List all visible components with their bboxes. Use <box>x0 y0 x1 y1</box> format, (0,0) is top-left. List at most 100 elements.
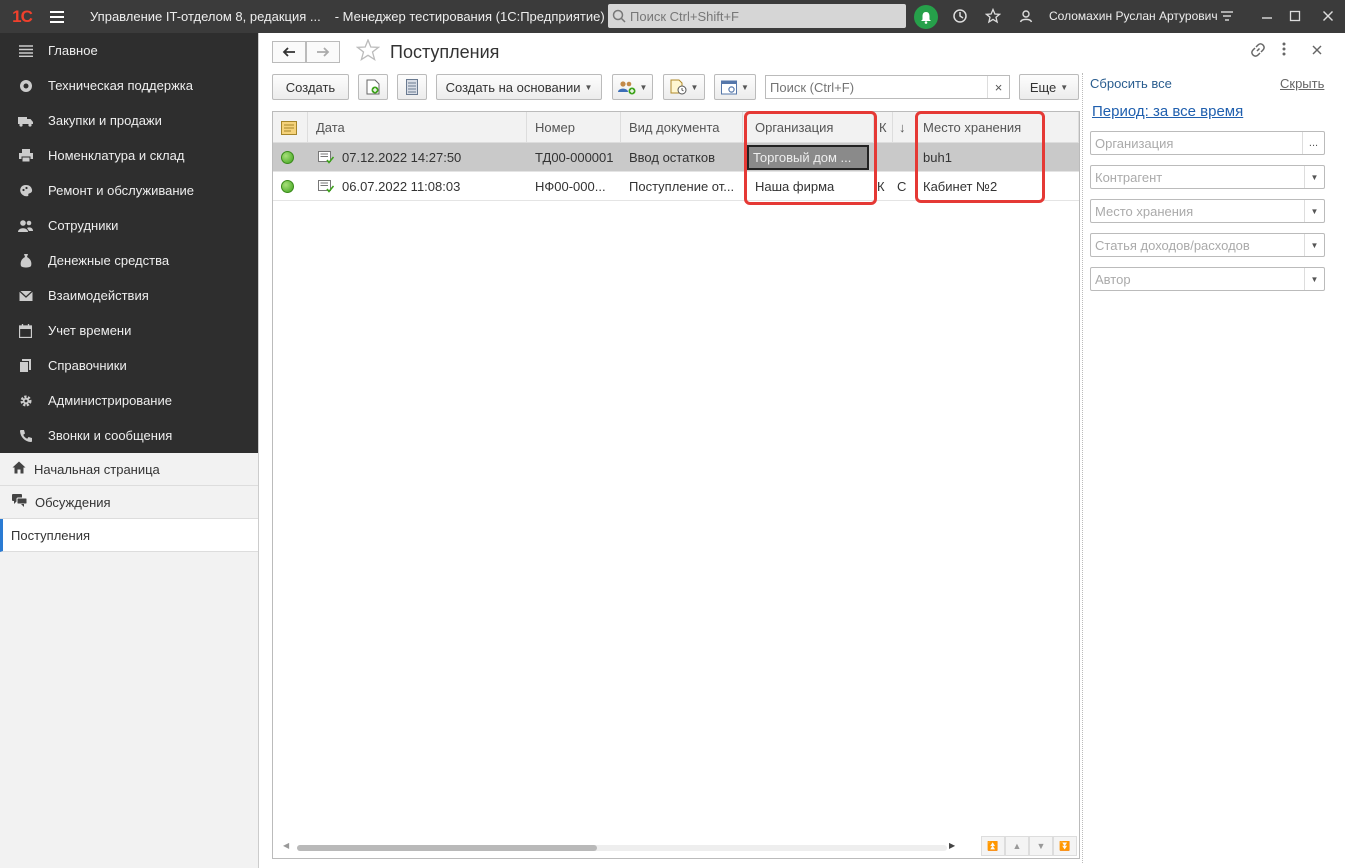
sidebar-item-sales[interactable]: Закупки и продажи <box>0 103 258 138</box>
scroll-right-icon[interactable]: ▶ <box>949 841 955 850</box>
more-button[interactable]: Еще ▼ <box>1019 74 1079 100</box>
main-menu-icon[interactable] <box>44 0 70 33</box>
back-button[interactable] <box>272 41 306 63</box>
printer-icon <box>18 148 33 163</box>
sidebar-item-warehouse[interactable]: Номенклатура и склад <box>0 138 258 173</box>
sidebar-item-time[interactable]: Учет времени <box>0 313 258 348</box>
favorites-star-icon[interactable] <box>983 6 1003 26</box>
select-ellipsis-button[interactable]: ... <box>1302 132 1324 154</box>
filter-counterparty-field[interactable]: Контрагент ▼ <box>1090 165 1325 189</box>
1c-logo: 1С <box>12 6 33 26</box>
horizontal-scrollbar[interactable]: ◀ ▶ <box>283 840 973 854</box>
main-form: Поступления Создать Создать на основании… <box>260 33 1345 868</box>
minimize-icon[interactable] <box>1257 6 1277 26</box>
list-icon <box>406 79 418 95</box>
print-button[interactable]: ▼ <box>663 74 705 100</box>
scroll-left-icon[interactable]: ◀ <box>283 841 289 850</box>
users-add-icon <box>617 80 636 94</box>
open-window-discussions[interactable]: Обсуждения <box>0 486 258 519</box>
organization-cell: Наша фирма <box>755 179 835 194</box>
people-icon <box>18 218 33 233</box>
notifications-bell-icon[interactable] <box>914 5 938 29</box>
arrow-right-icon <box>317 47 330 57</box>
posted-document-icon <box>318 180 334 193</box>
maximize-icon[interactable] <box>1285 6 1305 26</box>
favorite-star-icon[interactable] <box>355 38 381 67</box>
sidebar-item-support[interactable]: Техническая поддержка <box>0 68 258 103</box>
table-row[interactable]: 07.12.2022 14:27:50 ТД00-000001 Ввод ост… <box>273 143 1079 172</box>
pager: ⏫ ▲ ▼ ⏬ <box>981 836 1077 856</box>
sort-indicator[interactable]: ↓ <box>893 112 915 143</box>
status-column-icon[interactable] <box>273 112 308 143</box>
column-header-k[interactable]: К <box>874 112 893 143</box>
sidebar-item-interactions[interactable]: Взаимодействия <box>0 278 258 313</box>
filter-placeholder: Статья доходов/расходов <box>1095 237 1250 253</box>
current-cell[interactable]: Торговый дом ... <box>747 145 869 170</box>
create-based-on-button[interactable]: Создать на основании ▼ <box>436 74 602 100</box>
history-nav <box>272 41 340 63</box>
scroll-thumb[interactable] <box>297 845 597 851</box>
more-vertical-icon[interactable] <box>1282 42 1286 60</box>
open-window-receipts[interactable]: Поступления <box>0 519 258 552</box>
list-settings-button[interactable] <box>397 74 427 100</box>
close-window-icon[interactable] <box>1318 6 1338 26</box>
sidebar-item-main[interactable]: Главное <box>0 33 258 68</box>
sidebar-item-money[interactable]: Денежные средства <box>0 243 258 278</box>
sidebar-item-repair[interactable]: Ремонт и обслуживание <box>0 173 258 208</box>
column-header-number[interactable]: Номер <box>527 112 621 143</box>
user-icon[interactable] <box>1017 6 1037 26</box>
first-page-icon[interactable]: ⏫ <box>981 836 1005 856</box>
sidebar-item-staff[interactable]: Сотрудники <box>0 208 258 243</box>
filter-storage-field[interactable]: Место хранения ▼ <box>1090 199 1325 223</box>
lifebuoy-icon <box>18 78 33 93</box>
column-header-doc-type[interactable]: Вид документа <box>621 112 743 143</box>
page-up-icon[interactable]: ▲ <box>1005 836 1029 856</box>
table-row[interactable]: 06.07.2022 11:08:03 НФ00-000... Поступле… <box>273 172 1079 201</box>
open-window-label: Обсуждения <box>35 494 111 510</box>
list-search-field[interactable] <box>766 76 987 98</box>
dropdown-button[interactable]: ▼ <box>1304 234 1324 256</box>
dropdown-button[interactable]: ▼ <box>1304 166 1324 188</box>
sections-panel: Главное Техническая поддержка Закупки и … <box>0 33 258 453</box>
add-document-icon <box>366 79 380 95</box>
filter-author-field[interactable]: Автор ▼ <box>1090 267 1325 291</box>
link-icon[interactable] <box>1250 42 1266 62</box>
settings-lines-icon[interactable] <box>1217 6 1237 26</box>
filter-placeholder: Место хранения <box>1095 203 1194 219</box>
column-header-organization[interactable]: Организация <box>743 112 874 143</box>
copy-button[interactable] <box>358 74 388 100</box>
filter-expense-item-field[interactable]: Статья доходов/расходов ▼ <box>1090 233 1325 257</box>
chevron-down-icon: ▼ <box>639 82 648 92</box>
date-value: 06.07.2022 11:08:03 <box>342 179 461 194</box>
page-down-icon[interactable]: ▼ <box>1029 836 1053 856</box>
dropdown-button[interactable]: ▼ <box>1304 268 1324 290</box>
reports-button[interactable]: ▼ <box>714 74 756 100</box>
filter-organization-field[interactable]: Организация ... <box>1090 131 1325 155</box>
open-window-home[interactable]: Начальная страница <box>0 453 258 486</box>
forward-button[interactable] <box>306 41 340 63</box>
create-button-label: Создать <box>285 79 336 95</box>
period-link[interactable]: Период: за все время <box>1092 103 1243 120</box>
sidebar-item-references[interactable]: Справочники <box>0 348 258 383</box>
counterparties-button[interactable]: ▼ <box>612 74 653 100</box>
close-form-icon[interactable] <box>1312 42 1322 59</box>
global-search-placeholder: Поиск Ctrl+Shift+F <box>630 8 739 24</box>
sidebar-item-admin[interactable]: Администрирование <box>0 383 258 418</box>
last-page-icon[interactable]: ⏬ <box>1053 836 1077 856</box>
column-header-date[interactable]: Дата <box>308 112 527 143</box>
create-button[interactable]: Создать <box>272 74 349 100</box>
envelope-icon <box>18 288 33 303</box>
document-clock-icon <box>670 79 687 95</box>
history-icon[interactable] <box>950 6 970 26</box>
hide-filters-link[interactable]: Скрыть <box>1280 76 1324 91</box>
global-search-input[interactable]: Поиск Ctrl+Shift+F <box>608 4 906 28</box>
clear-search-icon[interactable]: × <box>987 76 1009 98</box>
page-title: Поступления <box>390 42 500 62</box>
list-search-input[interactable]: × <box>765 75 1010 99</box>
sidebar-item-calls[interactable]: Звонки и сообщения <box>0 418 258 453</box>
reset-filters-link[interactable]: Сбросить все <box>1090 76 1172 91</box>
column-header-storage[interactable]: Место хранения <box>915 112 1079 143</box>
user-name[interactable]: Соломахин Руслан Артурович <box>1049 9 1218 23</box>
dropdown-button[interactable]: ▼ <box>1304 200 1324 222</box>
k2-cell: С <box>897 179 907 194</box>
